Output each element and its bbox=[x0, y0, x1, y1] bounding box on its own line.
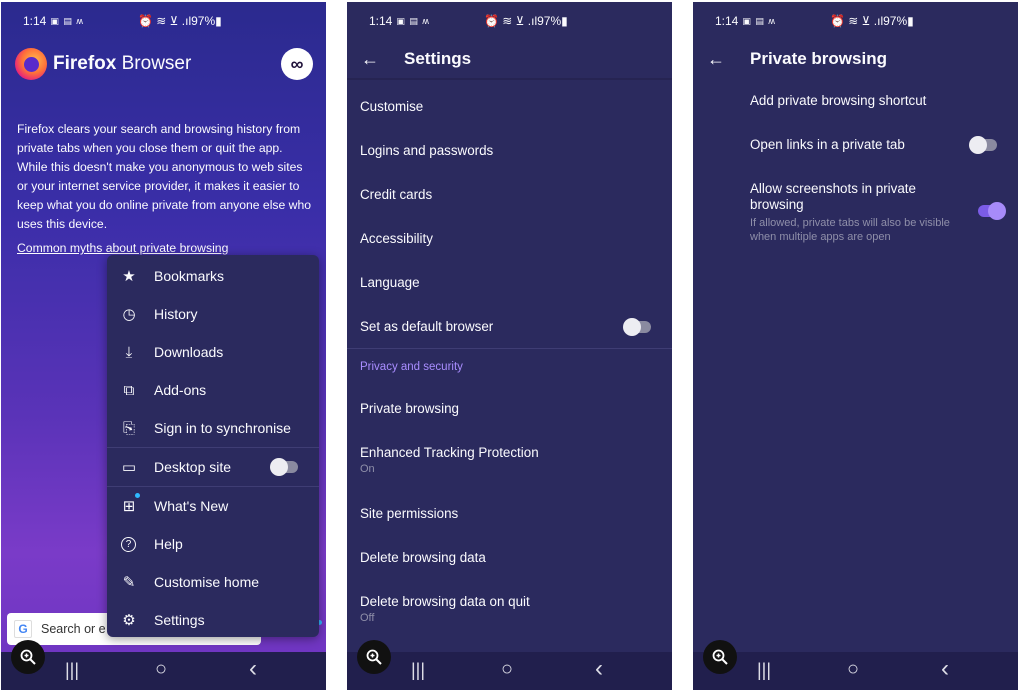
settings-item-delete-data[interactable]: Delete browsing data bbox=[360, 550, 486, 565]
recents-button[interactable]: ||| bbox=[411, 660, 425, 681]
settings-item-logins[interactable]: Logins and passwords bbox=[360, 143, 493, 158]
settings-item-credit-cards[interactable]: Credit cards bbox=[360, 187, 432, 202]
page-title: Settings bbox=[404, 49, 472, 68]
page-title: Private browsing bbox=[750, 49, 887, 68]
gear-icon: ⚙ bbox=[122, 612, 136, 629]
recents-button[interactable]: ||| bbox=[757, 660, 771, 681]
settings-item-default-browser[interactable]: Set as default browser bbox=[360, 319, 493, 334]
notification-icons: ▣ ▤ ʍ bbox=[396, 15, 430, 26]
firefox-home-screen: 1:14 ▣ ▤ ʍ ⏰ ≋ ⊻ .ıl 97%▮ Firefox Browse… bbox=[1, 2, 326, 690]
battery-level: 97%▮ bbox=[883, 14, 914, 28]
new-badge-dot-icon bbox=[135, 493, 140, 498]
section-divider bbox=[347, 348, 672, 349]
clock-icon: ◷ bbox=[122, 306, 136, 323]
system-status-icons: ⏰ ≋ ⊻ .ıl bbox=[830, 14, 884, 28]
arrow-back-icon[interactable]: ← bbox=[707, 49, 725, 70]
settings-item-accessibility[interactable]: Accessibility bbox=[360, 231, 433, 246]
notification-icons: ▣ ▤ ʍ bbox=[742, 15, 776, 26]
menu-item-downloads[interactable]: ⤓ Downloads bbox=[107, 333, 319, 371]
toggle-knob bbox=[969, 136, 987, 154]
gift-icon: ⊞ bbox=[122, 498, 136, 515]
allow-screenshots-item[interactable]: Allow screenshots in private browsing If… bbox=[750, 181, 950, 244]
system-navigation-bar: ||| ○ ‹ bbox=[693, 652, 1018, 690]
open-links-private-item[interactable]: Open links in a private tab bbox=[750, 137, 905, 152]
back-button[interactable]: ‹ bbox=[595, 655, 603, 683]
private-browsing-settings-screen: 1:14 ▣ ▤ ʍ ⏰ ≋ ⊻ .ıl 97%▮ ← Private brow… bbox=[693, 2, 1018, 690]
menu-item-history[interactable]: ◷ History bbox=[107, 295, 319, 333]
arrow-back-icon[interactable]: ← bbox=[361, 49, 379, 70]
zoom-icon[interactable] bbox=[11, 640, 45, 674]
system-status-icons: ⏰ ≋ ⊻ .ıl bbox=[484, 14, 538, 28]
settings-screen: 1:14 ▣ ▤ ʍ ⏰ ≋ ⊻ .ıl 97%▮ ← Settings Cus… bbox=[347, 2, 672, 690]
menu-item-settings[interactable]: ⚙ Settings bbox=[107, 601, 319, 639]
system-status-icons: ⏰ ≋ ⊻ .ıl bbox=[138, 14, 192, 28]
private-mode-button[interactable]: ∞ bbox=[281, 48, 313, 80]
open-links-private-toggle[interactable] bbox=[969, 136, 997, 154]
settings-app-bar: ← Settings bbox=[347, 40, 672, 78]
status-bar: 1:14 ▣ ▤ ʍ ⏰ ≋ ⊻ .ıl 97%▮ bbox=[347, 2, 672, 40]
status-time: 1:14 bbox=[369, 14, 393, 28]
overflow-menu: ★ Bookmarks ◷ History ⤓ Downloads ⧉ Add-ons … bbox=[107, 255, 319, 637]
battery-level: 97%▮ bbox=[191, 14, 222, 28]
default-browser-toggle[interactable] bbox=[623, 318, 651, 336]
settings-item-customise[interactable]: Customise bbox=[360, 99, 423, 114]
mask-icon: ∞ bbox=[290, 53, 304, 74]
setting-value: Off bbox=[360, 612, 375, 624]
toggle-knob bbox=[988, 202, 1006, 220]
settings-item-private-browsing[interactable]: Private browsing bbox=[360, 401, 459, 416]
setting-description: If allowed, private tabs will also be vi… bbox=[750, 217, 950, 243]
search-placeholder: Search or e bbox=[41, 622, 106, 636]
menu-item-addons[interactable]: ⧉ Add-ons bbox=[107, 371, 319, 409]
zoom-icon[interactable] bbox=[703, 640, 737, 674]
help-icon: ? bbox=[121, 536, 136, 552]
recents-button[interactable]: ||| bbox=[65, 660, 79, 681]
settings-item-delete-on-quit[interactable]: Delete browsing data on quit Off bbox=[360, 594, 530, 624]
home-button[interactable]: ○ bbox=[155, 658, 167, 681]
sync-devices-icon: ⎘ bbox=[122, 419, 135, 437]
status-time: 1:14 bbox=[23, 14, 47, 28]
puzzle-icon: ⧉ bbox=[123, 381, 135, 399]
battery-level: 97%▮ bbox=[537, 14, 568, 28]
zoom-icon[interactable] bbox=[357, 640, 391, 674]
menu-item-help[interactable]: ? Help bbox=[107, 525, 319, 563]
firefox-logo-icon bbox=[15, 48, 47, 80]
status-bar: 1:14 ▣ ▤ ʍ ⏰ ≋ ⊻ .ıl 97%▮ bbox=[693, 2, 1018, 40]
system-navigation-bar: ||| ○ ‹ bbox=[347, 652, 672, 690]
status-time: 1:14 bbox=[715, 14, 739, 28]
menu-item-bookmarks[interactable]: ★ Bookmarks bbox=[107, 257, 319, 295]
brush-icon: ✎ bbox=[122, 574, 136, 591]
myths-link[interactable]: Common myths about private browsing bbox=[17, 241, 228, 255]
system-navigation-bar: ||| ○ ‹ bbox=[1, 652, 326, 690]
menu-item-customise-home[interactable]: ✎ Customise home bbox=[107, 563, 319, 601]
home-button[interactable]: ○ bbox=[501, 658, 513, 681]
toggle-knob bbox=[623, 318, 641, 336]
desktop-site-toggle[interactable] bbox=[270, 458, 298, 476]
setting-value: On bbox=[360, 463, 375, 475]
settings-item-tracking-protection[interactable]: Enhanced Tracking Protection On bbox=[360, 445, 539, 475]
allow-screenshots-toggle[interactable] bbox=[978, 202, 1006, 220]
private-browsing-intro: Firefox clears your search and browsing … bbox=[17, 122, 312, 231]
home-button[interactable]: ○ bbox=[847, 658, 859, 681]
back-button[interactable]: ‹ bbox=[249, 655, 257, 683]
back-button[interactable]: ‹ bbox=[941, 655, 949, 683]
menu-item-sign-in[interactable]: ⎘ Sign in to synchronise bbox=[107, 409, 319, 447]
status-bar: 1:14 ▣ ▤ ʍ ⏰ ≋ ⊻ .ıl 97%▮ bbox=[1, 2, 326, 40]
brand-name: Firefox Browser bbox=[53, 53, 192, 74]
laptop-icon: ▭ bbox=[121, 459, 137, 476]
toggle-knob bbox=[270, 458, 288, 476]
settings-item-site-permissions[interactable]: Site permissions bbox=[360, 506, 458, 521]
private-browsing-app-bar: ← Private browsing bbox=[693, 40, 1018, 78]
section-header-privacy: Privacy and security bbox=[360, 361, 463, 373]
download-icon: ⤓ bbox=[125, 343, 133, 361]
menu-item-desktop-site[interactable]: ▭ Desktop site bbox=[107, 448, 319, 486]
firefox-wordmark: Firefox Browser bbox=[15, 48, 191, 80]
app-bar-divider bbox=[347, 78, 672, 80]
notification-icons: ▣ ▤ ʍ bbox=[50, 15, 84, 26]
add-shortcut-item[interactable]: Add private browsing shortcut bbox=[750, 93, 926, 108]
menu-item-whats-new[interactable]: ⊞ What's New bbox=[107, 487, 319, 525]
star-icon: ★ bbox=[122, 268, 136, 285]
settings-item-language[interactable]: Language bbox=[360, 275, 420, 290]
google-icon: G bbox=[14, 620, 32, 638]
